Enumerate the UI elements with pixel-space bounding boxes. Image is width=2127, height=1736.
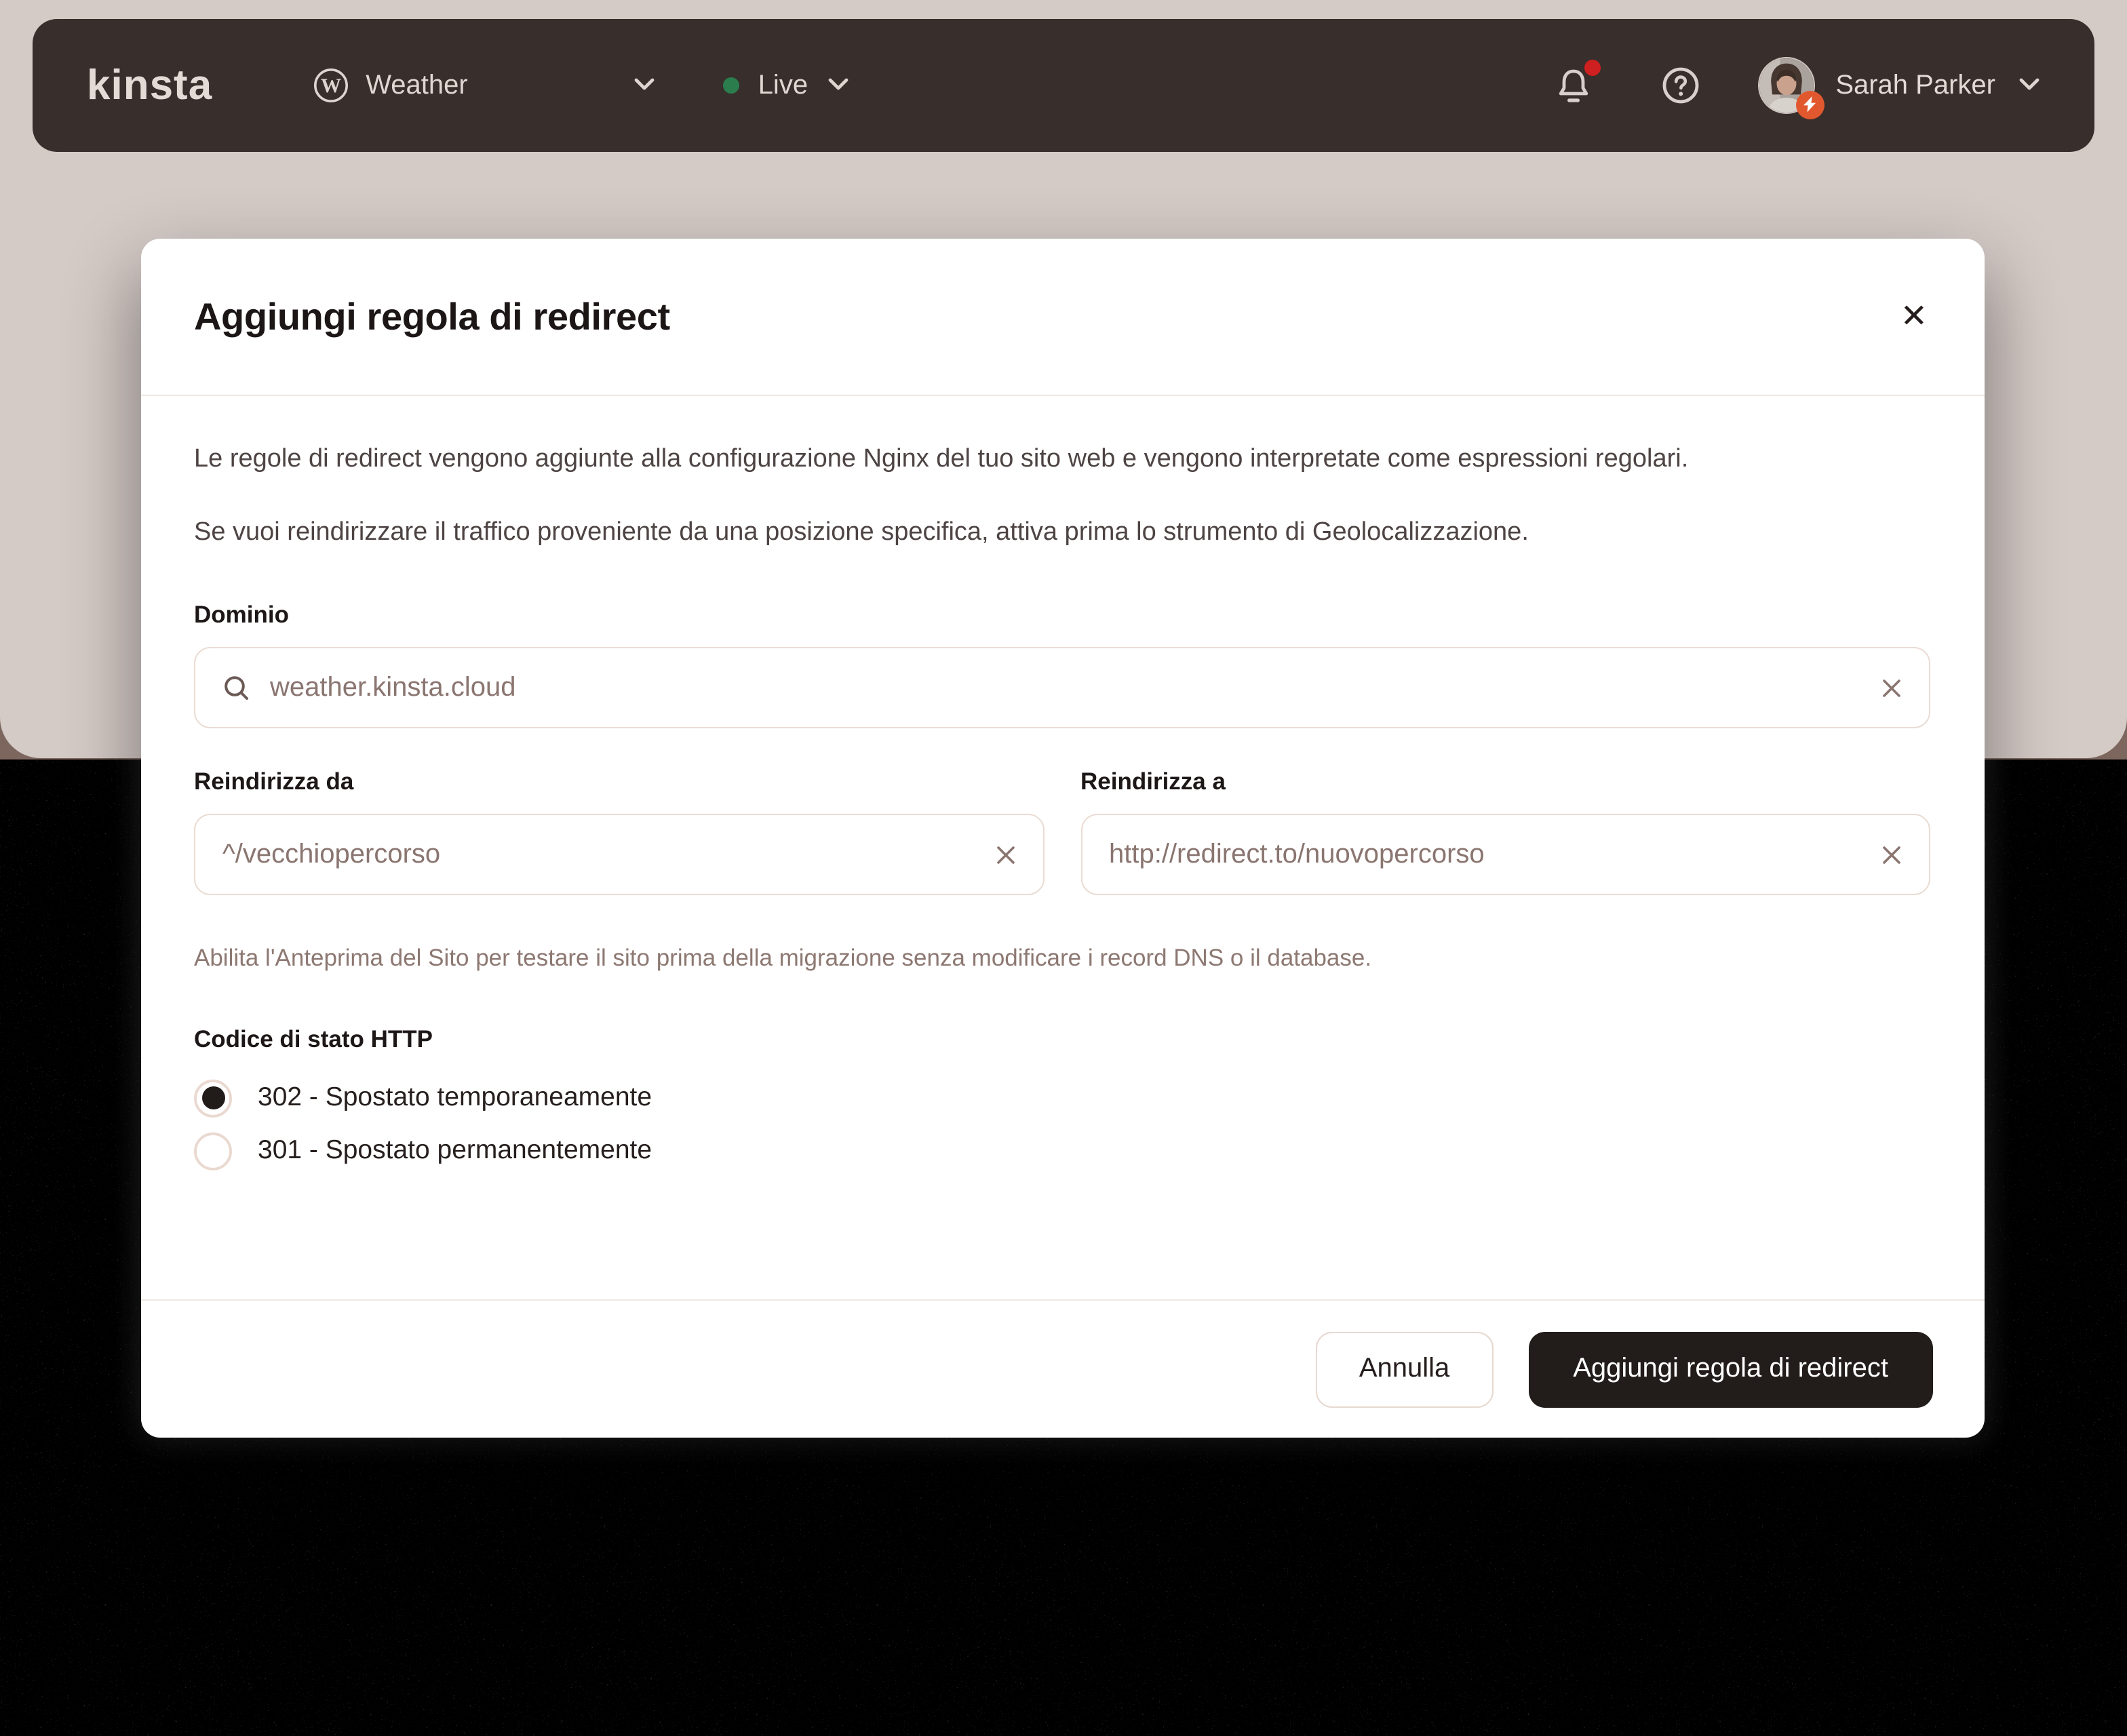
site-chevron-down-icon[interactable] — [633, 73, 655, 98]
environment-name: Live — [758, 70, 808, 101]
http-status-radio-group: 302 - Spostato temporaneamente 301 - Spo… — [194, 1071, 1930, 1177]
site-switcher[interactable]: W Weather — [313, 68, 467, 103]
domain-clear-icon[interactable] — [1865, 677, 1902, 698]
modal-title: Aggiungi regola di redirect — [194, 295, 670, 338]
wordpress-icon: W — [313, 68, 348, 103]
live-status-dot — [723, 77, 739, 94]
http-status-label: Codice di stato HTTP — [194, 1025, 1930, 1054]
description-paragraph-1: Le regole di redirect vengono aggiunte a… — [194, 433, 1713, 486]
modal-footer: Annulla Aggiungi regola di redirect — [141, 1299, 1985, 1438]
redirect-to-input-box — [1080, 814, 1930, 895]
description-paragraph-2: Se vuoi reindirizzare il traffico proven… — [194, 506, 1713, 559]
radio-301-label: 301 - Spostato permanentemente — [258, 1135, 652, 1166]
environment-chevron-down-icon — [827, 73, 848, 98]
radio-301-circle — [194, 1132, 232, 1170]
help-button[interactable] — [1660, 65, 1701, 106]
bolt-icon — [1803, 96, 1818, 114]
redirect-to-clear-icon[interactable] — [1865, 844, 1902, 865]
preview-helper-text: Abilita l'Anteprima del Sito per testare… — [194, 944, 1930, 972]
radio-302-circle — [194, 1079, 232, 1117]
search-icon — [222, 673, 251, 702]
domain-input-box — [194, 647, 1930, 728]
kinsta-logo: kinsta — [87, 61, 212, 110]
redirect-to-label: Reindirizza a — [1080, 768, 1930, 796]
svg-text:W: W — [320, 75, 340, 97]
environment-switcher[interactable]: Live — [723, 70, 848, 101]
help-icon — [1660, 65, 1701, 106]
screen: kinsta W Weather Live — [0, 0, 2127, 1736]
user-avatar[interactable] — [1758, 57, 1815, 114]
radio-302-label: 302 - Spostato temporaneamente — [258, 1082, 652, 1113]
redirect-from-label: Reindirizza da — [194, 768, 1044, 796]
domain-input[interactable] — [270, 672, 1865, 703]
redirect-from-clear-icon[interactable] — [979, 844, 1015, 865]
site-name: Weather — [366, 70, 467, 101]
redirect-from-input-box — [194, 814, 1044, 895]
add-redirect-rule-modal: Aggiungi regola di redirect ✕ Le regole … — [141, 239, 1985, 1438]
redirect-to-field: Reindirizza a — [1080, 768, 1930, 895]
add-redirect-rule-button[interactable]: Aggiungi regola di redirect — [1528, 1331, 1933, 1407]
radio-301[interactable]: 301 - Spostato permanentemente — [194, 1124, 1930, 1177]
cancel-button[interactable]: Annulla — [1316, 1331, 1493, 1407]
kinsta-bolt-badge — [1796, 91, 1824, 119]
modal-header: Aggiungi regola di redirect ✕ — [141, 239, 1985, 396]
user-chevron-down-icon[interactable] — [2018, 73, 2040, 98]
notifications-button[interactable] — [1555, 65, 1593, 106]
redirect-from-field: Reindirizza da — [194, 768, 1044, 895]
notification-dot — [1584, 60, 1601, 76]
domain-label: Dominio — [194, 601, 1930, 629]
top-navbar: kinsta W Weather Live — [33, 19, 2094, 152]
redirect-to-input[interactable] — [1109, 839, 1865, 870]
modal-body: Le regole di redirect vengono aggiunte a… — [141, 396, 1985, 1177]
radio-302[interactable]: 302 - Spostato temporaneamente — [194, 1071, 1930, 1124]
redirect-from-input[interactable] — [222, 839, 979, 870]
user-name[interactable]: Sarah Parker — [1835, 70, 1995, 101]
navbar-right-cluster: Sarah Parker — [1555, 57, 2040, 114]
close-icon[interactable]: ✕ — [1895, 295, 1933, 338]
